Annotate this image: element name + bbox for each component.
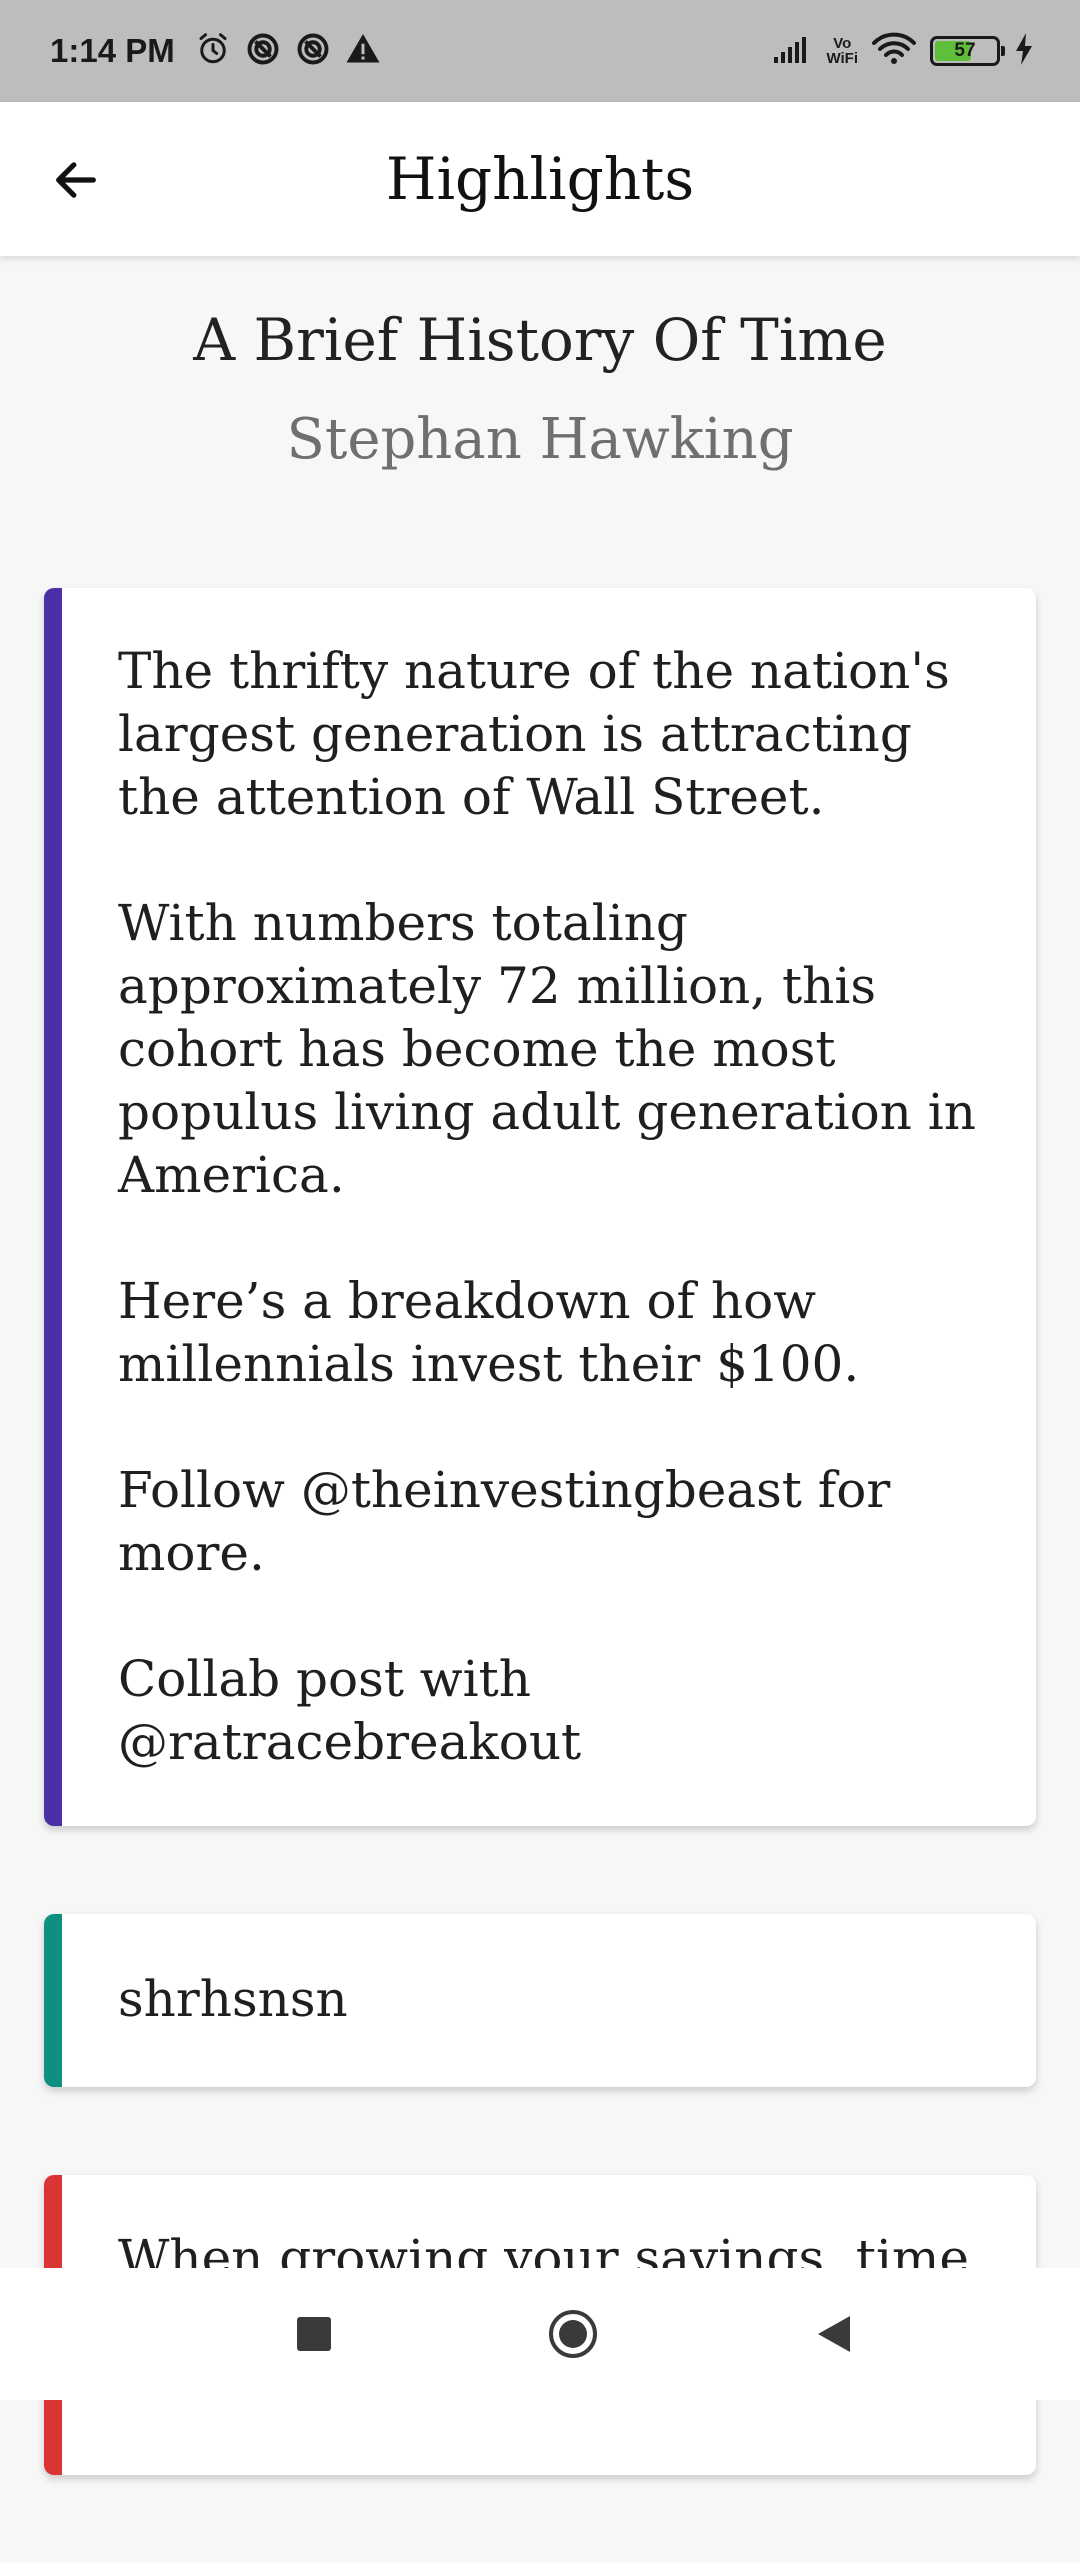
book-header: A Brief History Of Time Stephan Hawking — [0, 300, 1080, 480]
warning-icon — [345, 31, 381, 72]
battery-icon: 57 — [930, 36, 1005, 66]
circle-home-icon — [549, 2310, 597, 2358]
highlight-color-bar — [44, 588, 62, 1826]
triangle-back-icon — [818, 2316, 850, 2352]
vowifi-icon: Vo WiFi — [826, 35, 858, 67]
app-bar: Highlights — [0, 102, 1080, 256]
highlight-card[interactable]: The thrifty nature of the nation's large… — [44, 588, 1036, 1826]
battery-level: 57 — [954, 40, 976, 61]
signal-icon — [772, 33, 812, 70]
square-icon — [297, 2317, 331, 2351]
highlight-color-bar — [44, 1914, 62, 2087]
highlight-text: The thrifty nature of the nation's large… — [118, 642, 976, 1771]
status-left: 1:14 PM — [50, 31, 381, 72]
highlight-text: shrhsnsn — [118, 1970, 348, 2028]
data-saver-icon — [245, 31, 281, 72]
system-nav-bar — [0, 2268, 1080, 2400]
book-author: Stephan Hawking — [286, 407, 794, 472]
arrow-left-icon — [56, 162, 96, 198]
alarm-icon — [195, 31, 231, 72]
status-right: Vo WiFi 57 — [772, 32, 1034, 71]
home-button[interactable] — [547, 2308, 599, 2360]
back-button[interactable] — [40, 144, 112, 216]
status-bar: 1:14 PM Vo WiFi 57 — [0, 0, 1080, 102]
wifi-icon — [872, 32, 916, 71]
data-saver-icon — [295, 31, 331, 72]
page-title: Highlights — [385, 145, 695, 213]
nav-back-button[interactable] — [814, 2314, 854, 2354]
highlight-card[interactable]: shrhsnsn — [44, 1914, 1036, 2087]
recents-button[interactable] — [296, 2316, 332, 2352]
charging-icon — [1014, 32, 1034, 71]
highlights-list: The thrifty nature of the nation's large… — [44, 588, 1036, 2563]
status-time: 1:14 PM — [50, 32, 175, 69]
book-title: A Brief History Of Time — [193, 306, 887, 374]
